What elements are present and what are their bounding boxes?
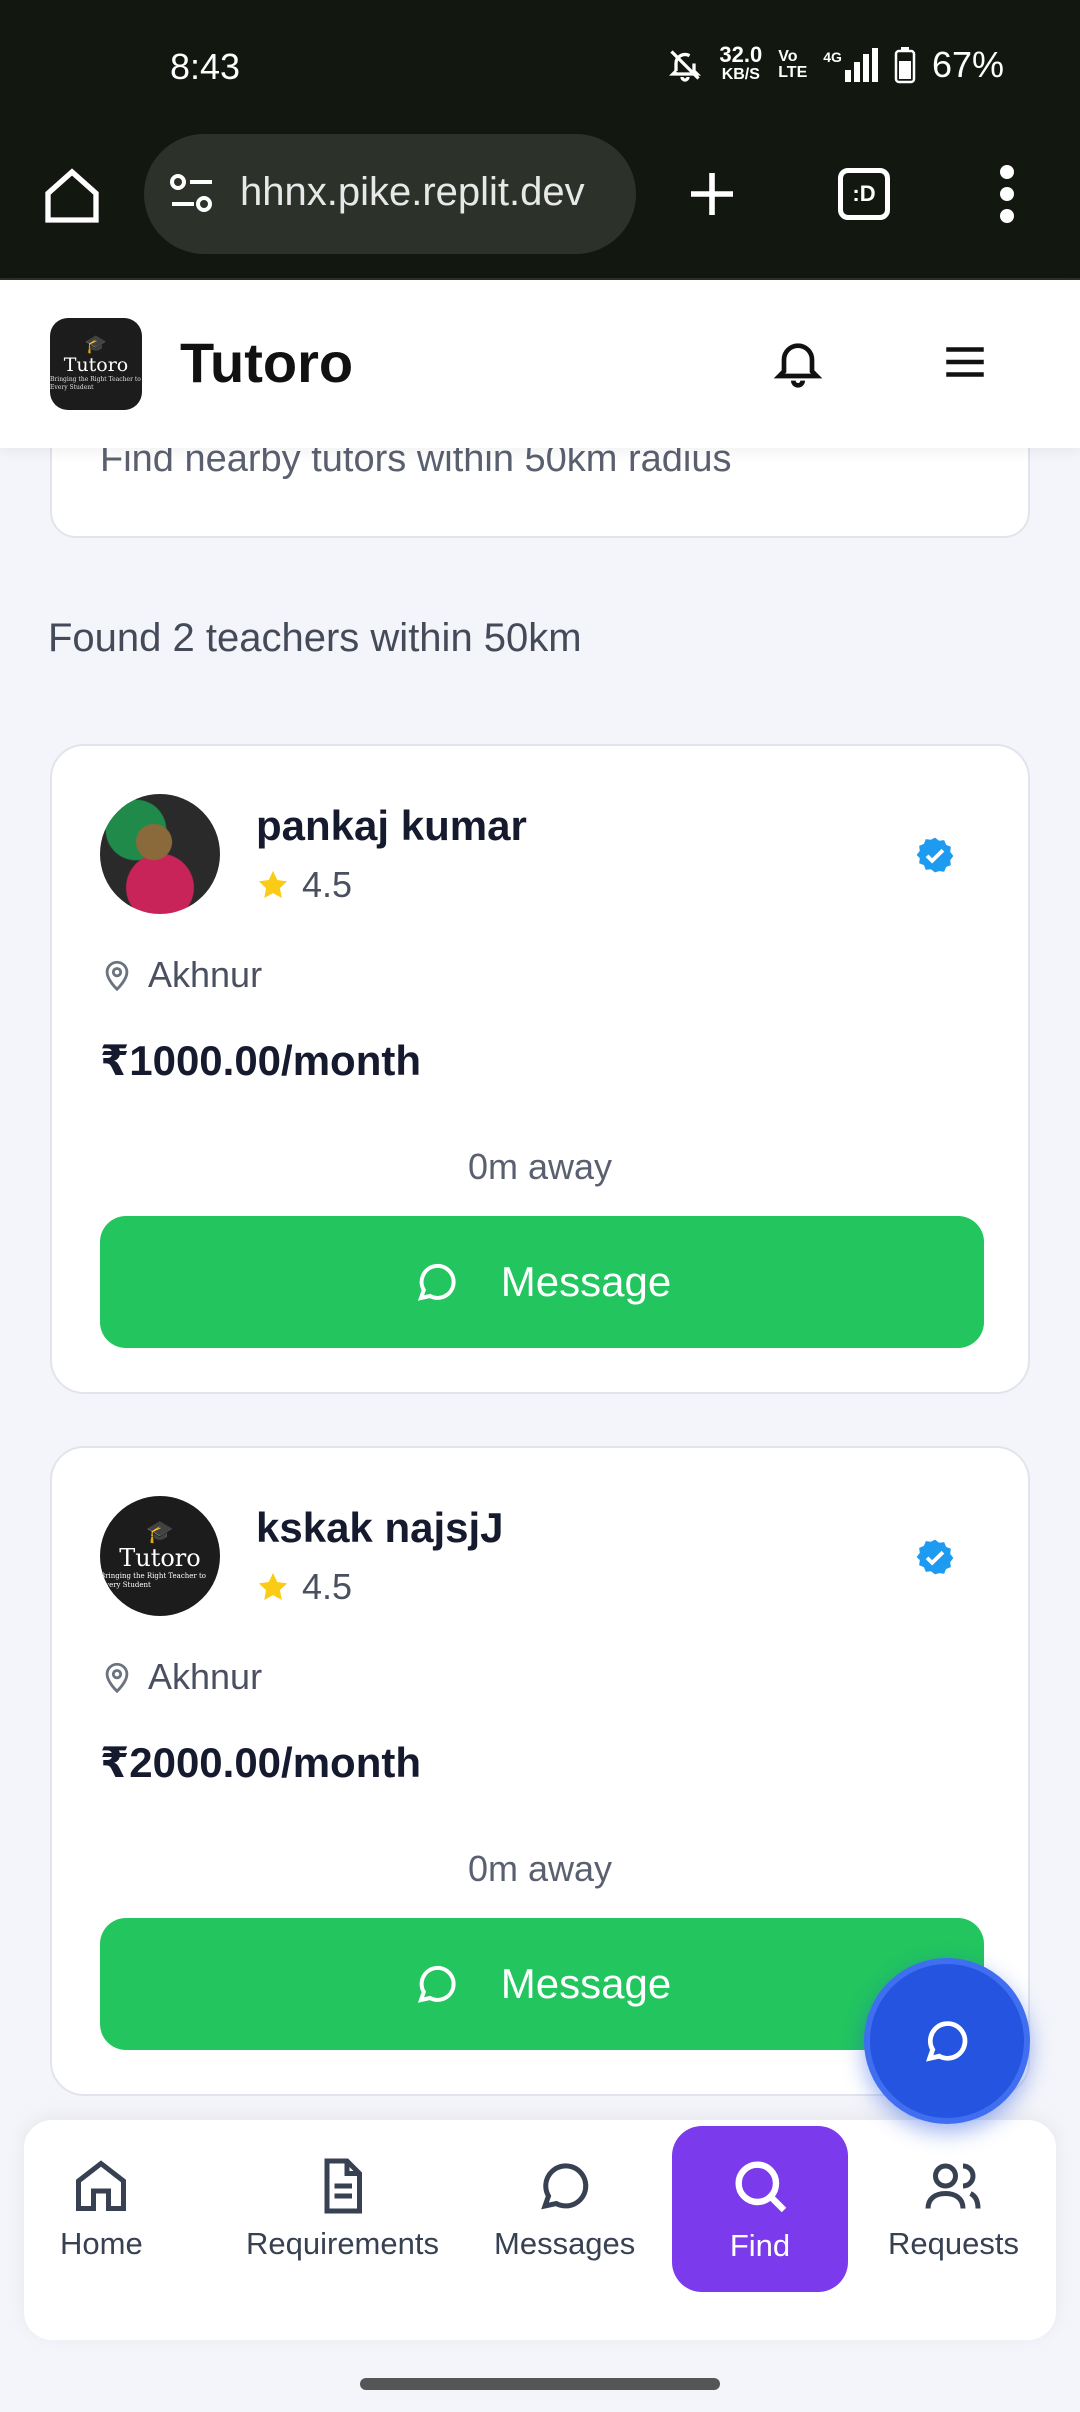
volte-indicator: Vo LTE bbox=[778, 49, 807, 81]
nav-item-messages[interactable]: Messages bbox=[494, 2156, 635, 2262]
gesture-handle[interactable] bbox=[360, 2378, 720, 2390]
bottom-navigation: Home Requirements Messages Find Requests bbox=[24, 2120, 1056, 2340]
chat-bubble-icon bbox=[417, 1965, 456, 2003]
url-text[interactable]: hhnx.pike.replit.dev bbox=[240, 170, 620, 215]
app-header: 🎓 Tutoro Bringing the Right Teacher to E… bbox=[0, 280, 1080, 448]
speed-value: 32.0 bbox=[719, 42, 763, 67]
teacher-location: Akhnur bbox=[100, 1656, 262, 1698]
rating-value: 4.5 bbox=[302, 1566, 353, 1607]
location-text: Akhnur bbox=[148, 1656, 263, 1697]
teacher-rating: 4.5 bbox=[256, 1566, 352, 1608]
mute-bell-icon bbox=[669, 50, 702, 82]
avatar-logo-text: Tutoro bbox=[119, 1544, 201, 1572]
new-tab-icon[interactable] bbox=[684, 166, 740, 222]
chat-bubble-icon bbox=[417, 1263, 456, 1301]
tab-switcher-button[interactable]: :D bbox=[838, 168, 890, 220]
message-button[interactable]: Message bbox=[100, 1918, 984, 2050]
floating-chat-button[interactable] bbox=[864, 1958, 1030, 2124]
nav-item-requirements[interactable]: Requirements bbox=[246, 2156, 439, 2262]
browser-toolbar: hhnx.pike.replit.dev :D bbox=[0, 134, 1080, 280]
nav-label: Find bbox=[729, 2228, 791, 2263]
chat-bubble-icon bbox=[926, 2021, 968, 2062]
teacher-distance: 0m away bbox=[467, 1848, 613, 1889]
nav-item-find[interactable]: Find bbox=[672, 2126, 848, 2292]
teacher-avatar[interactable] bbox=[100, 794, 220, 914]
signal-icon: 4G bbox=[823, 48, 878, 82]
results-summary: Found 2 teachers within 50km bbox=[48, 616, 582, 660]
app-logo[interactable]: 🎓 Tutoro Bringing the Right Teacher to E… bbox=[50, 318, 142, 410]
star-icon bbox=[258, 870, 288, 899]
address-bar[interactable]: hhnx.pike.replit.dev bbox=[144, 134, 636, 254]
logo-text: Tutoro bbox=[63, 354, 129, 376]
teacher-location: Akhnur bbox=[100, 954, 262, 996]
site-settings-icon[interactable] bbox=[168, 172, 216, 216]
nav-item-requests[interactable]: Requests bbox=[888, 2156, 1019, 2262]
chat-icon bbox=[540, 2163, 588, 2210]
network-type: 4G bbox=[823, 49, 842, 65]
nav-label: Requirements bbox=[246, 2226, 439, 2261]
notification-bell-icon[interactable] bbox=[770, 332, 826, 392]
teacher-avatar[interactable]: 🎓 Tutoro Bringing the Right Teacher to E… bbox=[100, 1496, 220, 1616]
message-button[interactable]: Message bbox=[100, 1216, 984, 1348]
status-icons: 32.0 KB/S Vo LTE 4G 67% bbox=[667, 44, 1004, 86]
rating-value: 4.5 bbox=[302, 864, 353, 905]
verified-badge-icon bbox=[916, 1539, 954, 1575]
search-icon bbox=[735, 2161, 787, 2213]
teacher-price: ₹2000.00/month bbox=[100, 1739, 422, 1786]
users-icon bbox=[925, 2163, 981, 2209]
more-options-icon[interactable] bbox=[996, 164, 1018, 224]
home-icon bbox=[76, 2160, 127, 2211]
avatar-logo-tagline: Bringing the Right Teacher to Every Stud… bbox=[100, 1572, 207, 1589]
menu-icon[interactable] bbox=[940, 332, 990, 392]
location-pin-icon bbox=[105, 960, 129, 992]
message-button-label: Message bbox=[500, 1258, 672, 1305]
message-button-label: Message bbox=[500, 1960, 672, 2007]
document-icon bbox=[324, 2158, 363, 2214]
network-speed: 32.0 KB/S bbox=[719, 42, 763, 85]
location-pin-icon bbox=[105, 1662, 129, 1694]
teacher-card: pankaj kumar 4.5 Akhnur ₹1000.00/month 0… bbox=[50, 744, 1030, 1394]
battery-percent: 67% bbox=[931, 44, 1004, 85]
home-icon[interactable] bbox=[40, 164, 104, 228]
app-title: Tutoro bbox=[180, 331, 354, 394]
nav-label: Requests bbox=[888, 2226, 1019, 2261]
battery-icon bbox=[894, 47, 916, 84]
volte-top: Vo bbox=[778, 48, 798, 65]
teacher-rating: 4.5 bbox=[256, 864, 352, 906]
volte-bottom: LTE bbox=[778, 64, 808, 81]
star-icon bbox=[258, 1572, 288, 1601]
nav-label: Messages bbox=[494, 2226, 636, 2261]
graduation-cap-icon: 🎓 bbox=[84, 334, 108, 355]
verified-badge-icon bbox=[916, 837, 954, 873]
nav-item-home[interactable]: Home bbox=[60, 2156, 143, 2262]
location-text: Akhnur bbox=[148, 954, 263, 995]
logo-tagline: Bringing the Right Teacher to Every Stud… bbox=[50, 376, 141, 391]
teacher-distance: 0m away bbox=[467, 1146, 613, 1187]
teacher-name[interactable]: pankaj kumar bbox=[256, 802, 527, 850]
graduation-cap-icon: 🎓 bbox=[146, 1520, 174, 1545]
teacher-price: ₹1000.00/month bbox=[100, 1037, 422, 1084]
status-time: 8:43 bbox=[170, 46, 241, 87]
teacher-name[interactable]: kskak najsjJ bbox=[256, 1504, 504, 1552]
nav-label: Home bbox=[60, 2226, 143, 2261]
speed-unit: KB/S bbox=[721, 66, 760, 83]
status-bar: 8:43 32.0 KB/S Vo LTE 4G 67% bbox=[0, 0, 1080, 134]
